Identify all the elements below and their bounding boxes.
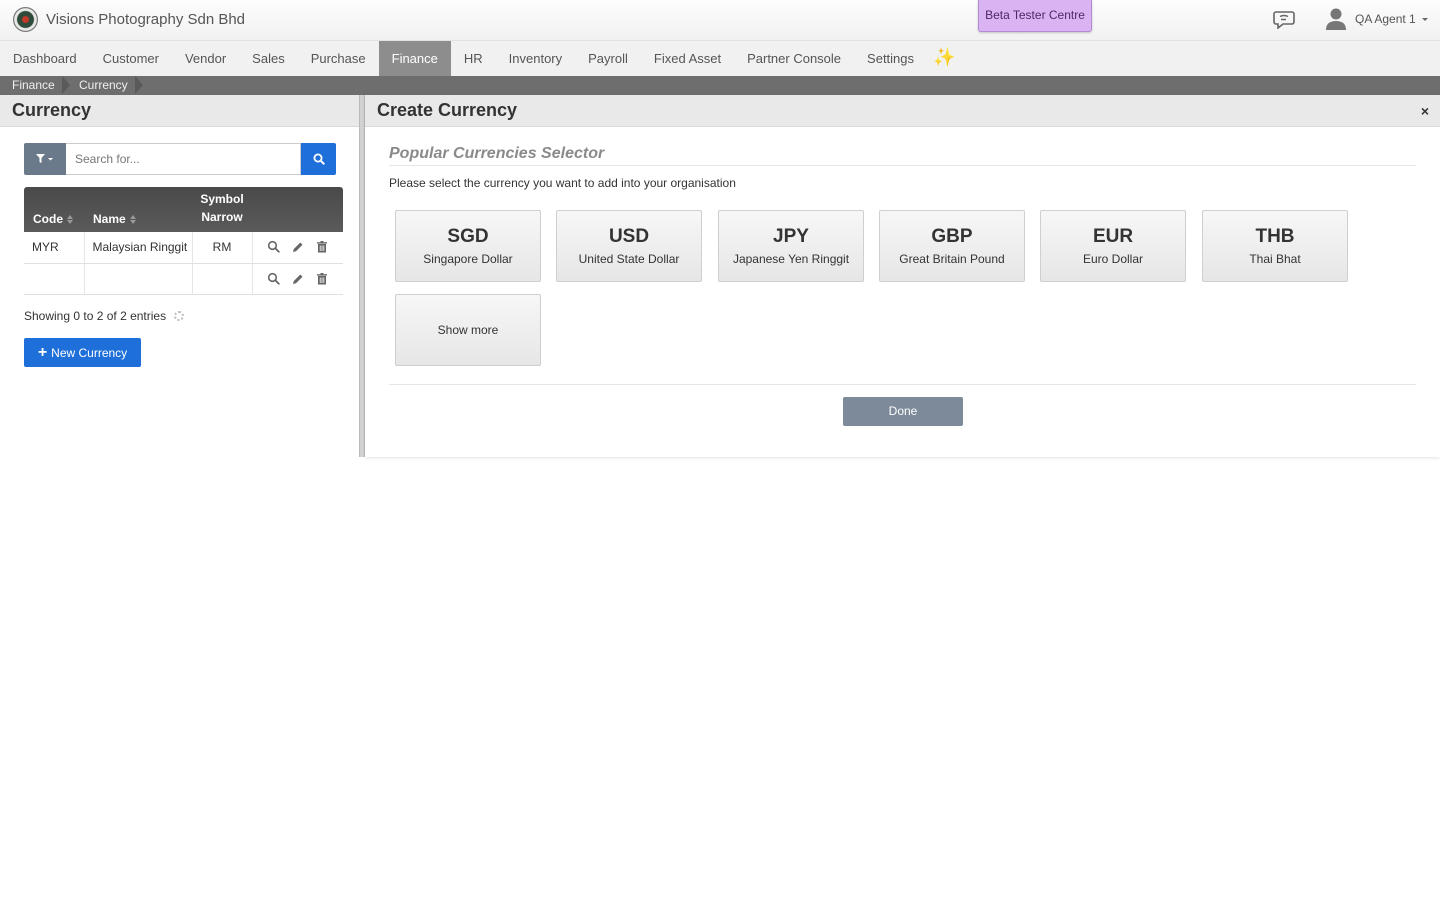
nav-purchase[interactable]: Purchase	[298, 41, 379, 76]
nav-inventory[interactable]: Inventory	[496, 41, 575, 76]
nav-sales[interactable]: Sales	[239, 41, 298, 76]
user-menu[interactable]: QA Agent 1	[1325, 6, 1428, 32]
new-currency-button[interactable]: + New Currency	[24, 338, 141, 367]
top-header: Visions Photography Sdn Bhd Beta Tester …	[0, 0, 1440, 40]
currency-option-eur[interactable]: EUR Euro Dollar	[1040, 210, 1186, 282]
currency-option-thb[interactable]: THB Thai Bhat	[1202, 210, 1348, 282]
cell-code	[24, 263, 85, 295]
cell-name	[84, 263, 193, 295]
edit-pencil-icon[interactable]	[291, 272, 305, 286]
cell-actions	[252, 232, 343, 264]
instruction-text: Please select the currency you want to a…	[389, 176, 736, 190]
delete-trash-icon[interactable]	[315, 272, 329, 286]
currency-option-jpy[interactable]: JPY Japanese Yen Ringgit	[718, 210, 864, 282]
column-header-actions	[252, 187, 343, 232]
sparkle-icon[interactable]: ✨	[927, 41, 961, 76]
user-name: QA Agent 1	[1355, 12, 1416, 26]
nav-vendor[interactable]: Vendor	[172, 41, 239, 76]
entries-info: Showing 0 to 2 of 2 entries	[24, 309, 185, 323]
company-logo[interactable]	[13, 7, 38, 32]
filter-button[interactable]	[24, 143, 66, 175]
cell-symbol	[192, 263, 253, 295]
divider	[389, 384, 1416, 385]
chevron-down-icon	[1421, 17, 1428, 21]
table-row	[24, 263, 343, 295]
nav-settings[interactable]: Settings	[854, 41, 927, 76]
currency-option-gbp[interactable]: GBP Great Britain Pound	[879, 210, 1025, 282]
breadcrumb-currency[interactable]: Currency	[79, 76, 128, 95]
panel-title: Currency	[0, 95, 359, 127]
nav-partner-console[interactable]: Partner Console	[734, 41, 854, 76]
main-nav: Dashboard Customer Vendor Sales Purchase…	[0, 40, 1440, 76]
user-avatar-icon	[1326, 8, 1346, 30]
divider	[389, 165, 1416, 166]
cell-name: Malaysian Ringgit	[84, 232, 193, 264]
nav-customer[interactable]: Customer	[90, 41, 172, 76]
view-icon[interactable]	[267, 240, 281, 254]
column-header-name[interactable]: Name	[84, 187, 192, 232]
sort-icon	[129, 215, 136, 225]
breadcrumb: Finance Currency	[0, 76, 1440, 95]
settings-gear-icon[interactable]	[174, 311, 185, 321]
panel-title: Create Currency	[365, 95, 1440, 127]
filter-icon	[36, 154, 53, 163]
nav-payroll[interactable]: Payroll	[575, 41, 641, 76]
view-icon[interactable]	[267, 272, 281, 286]
currency-table: Code Name Symbol Narrow MYR Malaysian Rin…	[24, 187, 343, 295]
cell-code: MYR	[24, 232, 85, 264]
plus-icon: +	[37, 343, 48, 361]
edit-pencil-icon[interactable]	[291, 240, 305, 254]
sort-icon	[67, 215, 73, 225]
table-row: MYR Malaysian Ringgit RM	[24, 232, 343, 264]
close-icon[interactable]: ×	[1421, 103, 1429, 119]
breadcrumb-finance[interactable]: Finance	[12, 76, 55, 95]
search-input[interactable]	[66, 143, 301, 175]
currency-list-panel: Currency Code Name SymbolNarrow	[0, 95, 359, 457]
nav-finance[interactable]: Finance	[378, 41, 451, 76]
breadcrumb-separator-icon	[135, 76, 143, 94]
done-button[interactable]: Done	[843, 397, 963, 426]
cell-symbol: RM	[192, 232, 253, 264]
column-header-symbol-narrow[interactable]: Symbol Narrow	[192, 187, 252, 232]
nav-dashboard[interactable]: Dashboard	[0, 41, 90, 76]
currency-option-sgd[interactable]: SGD Singapore Dollar	[395, 210, 541, 282]
nav-hr[interactable]: HR	[451, 41, 496, 76]
beta-tester-centre-button[interactable]: Beta Tester Centre	[978, 0, 1092, 32]
nav-fixed-asset[interactable]: Fixed Asset	[641, 41, 734, 76]
company-name[interactable]: Visions Photography Sdn Bhd	[46, 11, 245, 28]
search-button[interactable]	[301, 143, 336, 175]
create-currency-panel: Create Currency × Popular Currencies Sel…	[365, 95, 1440, 457]
search-icon	[313, 153, 325, 165]
currency-option-usd[interactable]: USD United State Dollar	[556, 210, 702, 282]
delete-trash-icon[interactable]	[315, 240, 329, 254]
breadcrumb-separator-icon	[62, 76, 70, 94]
show-more-button[interactable]: Show more	[395, 294, 541, 366]
search-bar	[24, 143, 336, 175]
section-title: Popular Currencies Selector	[389, 145, 605, 162]
column-header-code[interactable]: Code	[24, 187, 84, 232]
feedback-chat-icon[interactable]	[1273, 9, 1295, 29]
cell-actions	[252, 263, 343, 295]
